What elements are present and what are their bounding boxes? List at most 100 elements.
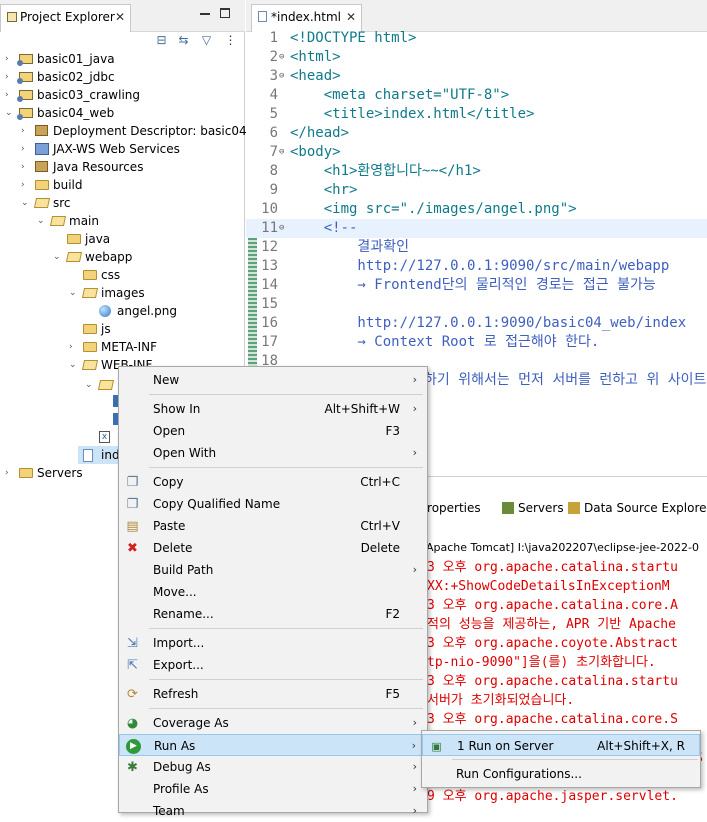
tab-data-source-explorer[interactable]: Data Source Explorer (568, 501, 707, 515)
menu-item-delete[interactable]: ✖ Delete Delete (119, 537, 427, 559)
expanded-arrow-icon[interactable]: ⌄ (21, 194, 31, 212)
menu-item-coverage-as[interactable]: ◕ Coverage As › (119, 712, 427, 734)
submenu-arrow-icon: › (412, 760, 417, 773)
expanded-arrow-icon[interactable]: ⌄ (69, 284, 79, 302)
tab-project-explorer[interactable]: Project Explorer ✕ (0, 4, 131, 32)
code-line[interactable]: 2 ⊖ <html> (246, 48, 707, 67)
menu-item-export[interactable]: ⇱ Export... (119, 654, 427, 676)
code-line[interactable]: 10 <img src="./images/angel.png"> (246, 200, 707, 219)
code-line[interactable]: 8 <h1>환영합니다~~</h1> (246, 162, 707, 181)
menu-label: Open (153, 424, 186, 438)
delete-icon: ✖ (127, 541, 138, 556)
tree-item-index-html[interactable]: ind (78, 446, 120, 464)
folder-icon (67, 234, 81, 244)
code-text: → Context Root 로 접근해야 한다. (290, 334, 600, 350)
menu-label: Build Path (153, 563, 214, 577)
collapsed-arrow-icon[interactable]: › (21, 122, 31, 140)
expanded-arrow-icon[interactable]: ⌄ (5, 104, 15, 122)
code-line[interactable]: 3 ⊖ <head> (246, 67, 707, 86)
fold-icon[interactable]: ⊖ (279, 143, 284, 162)
code-line[interactable]: 14 → Frontend단의 물리적인 경로는 접근 불가능 (246, 276, 707, 295)
submenu-arrow-icon: › (412, 446, 417, 459)
servers-icon (502, 502, 514, 514)
code-line[interactable]: 5 <title>index.html</title> (246, 105, 707, 124)
menu-item-run-on-server[interactable]: ▣ 1 Run on Server Alt+Shift+X, R (422, 734, 700, 756)
tab-index-html[interactable]: *index.html ✕ (251, 4, 362, 32)
menu-item-rename[interactable]: Rename... F2 (119, 603, 427, 625)
menu-item-run-as[interactable]: ▶ Run As › (119, 734, 427, 756)
collapsed-arrow-icon[interactable]: › (5, 68, 15, 86)
tree-label: js (101, 322, 111, 336)
submenu-arrow-icon: › (412, 782, 417, 795)
menu-item-move[interactable]: Move... (119, 581, 427, 603)
menu-shortcut: F5 (385, 687, 400, 701)
expanded-arrow-icon[interactable]: ⌄ (37, 212, 47, 230)
menu-item-new[interactable]: New › (119, 369, 427, 391)
tree-label: angel.png (117, 304, 177, 318)
maximize-icon[interactable] (220, 8, 230, 18)
console-line: tp-nio-9090"]을(를) 초기화합니다. (427, 655, 656, 670)
code-line[interactable]: 6 </head> (246, 124, 707, 143)
menu-item-debug-as[interactable]: ✱ Debug As › (119, 756, 427, 778)
close-icon[interactable]: ✕ (346, 10, 356, 24)
project-icon (17, 90, 33, 102)
menu-label: Debug As (153, 760, 211, 774)
collapse-all-icon[interactable]: ⊟ (155, 34, 168, 47)
collapsed-arrow-icon[interactable]: › (21, 158, 31, 176)
tab-servers[interactable]: Servers (502, 501, 564, 515)
collapsed-arrow-icon[interactable]: › (5, 86, 15, 104)
code-line[interactable]: 7 ⊖ <body> (246, 143, 707, 162)
expanded-arrow-icon[interactable]: ⌄ (69, 356, 79, 374)
tab-properties[interactable]: Properties (420, 501, 481, 515)
menu-item-open-with[interactable]: Open With › (119, 442, 427, 464)
tab-label: Servers (518, 501, 564, 515)
menu-item-show-in[interactable]: Show In Alt+Shift+W › (119, 398, 427, 420)
code-line[interactable]: 1 <!DOCTYPE html> (246, 29, 707, 48)
code-line[interactable]: 13 http://127.0.0.1:9090/src/main/webapp (246, 257, 707, 276)
minimize-icon[interactable] (200, 8, 210, 15)
close-icon[interactable]: ✕ (115, 10, 125, 24)
fold-icon[interactable]: ⊖ (279, 48, 284, 67)
code-line[interactable]: 4 <meta charset="UTF-8"> (246, 86, 707, 105)
menu-separator (149, 708, 423, 709)
tree-label: webapp (85, 250, 133, 264)
code-line[interactable]: 16 http://127.0.0.1:9090/basic04_web/ind… (246, 314, 707, 333)
menu-separator (149, 628, 423, 629)
link-editor-icon[interactable]: ⇆ (177, 34, 190, 47)
collapsed-arrow-icon[interactable]: › (5, 464, 15, 482)
expanded-arrow-icon[interactable]: ⌄ (53, 248, 63, 266)
menu-item-team[interactable]: Team › (119, 800, 427, 822)
console-line: XX:+ShowCodeDetailsInExceptionM (427, 579, 670, 594)
submenu-arrow-icon: › (412, 563, 417, 576)
menu-item-run-configurations[interactable]: Run Configurations... (422, 763, 700, 785)
menu-item-copy[interactable]: ❐ Copy Ctrl+C (119, 471, 427, 493)
open-folder-icon (97, 380, 115, 390)
menu-item-copy-qualified-name[interactable]: ❐ Copy Qualified Name (119, 493, 427, 515)
fold-icon[interactable]: ⊖ (279, 67, 284, 86)
fold-icon[interactable]: ⊖ (279, 219, 284, 238)
code-line-current[interactable]: 11 ⊖ <!-- (246, 219, 707, 238)
collapsed-arrow-icon[interactable]: › (21, 140, 31, 158)
menu-item-refresh[interactable]: ⟳ Refresh F5 (119, 683, 427, 705)
menu-label: Rename... (153, 607, 214, 621)
open-folder-icon (49, 216, 67, 226)
code-line[interactable]: 17 → Context Root 로 접근해야 한다. (246, 333, 707, 352)
code-text: <img src="./images/angel.png"> (290, 201, 577, 217)
folder-icon (83, 324, 97, 334)
menu-item-profile-as[interactable]: Profile As › (119, 778, 427, 800)
menu-item-paste[interactable]: ▤ Paste Ctrl+V (119, 515, 427, 537)
line-number: 10 (261, 201, 278, 217)
view-menu-icon[interactable]: ⋮ (224, 34, 237, 47)
tree-label: META-INF (101, 340, 158, 354)
menu-item-build-path[interactable]: Build Path › (119, 559, 427, 581)
collapsed-arrow-icon[interactable]: › (69, 338, 79, 356)
code-line[interactable]: 15 (246, 295, 707, 314)
code-line[interactable]: 9 <hr> (246, 181, 707, 200)
code-line[interactable]: 12 결과확인 (246, 238, 707, 257)
menu-item-open[interactable]: Open F3 (119, 420, 427, 442)
collapsed-arrow-icon[interactable]: › (5, 50, 15, 68)
filter-icon[interactable]: ▽ (200, 34, 213, 47)
expanded-arrow-icon[interactable]: ⌄ (85, 376, 95, 394)
collapsed-arrow-icon[interactable]: › (21, 176, 31, 194)
menu-item-import[interactable]: ⇲ Import... (119, 632, 427, 654)
